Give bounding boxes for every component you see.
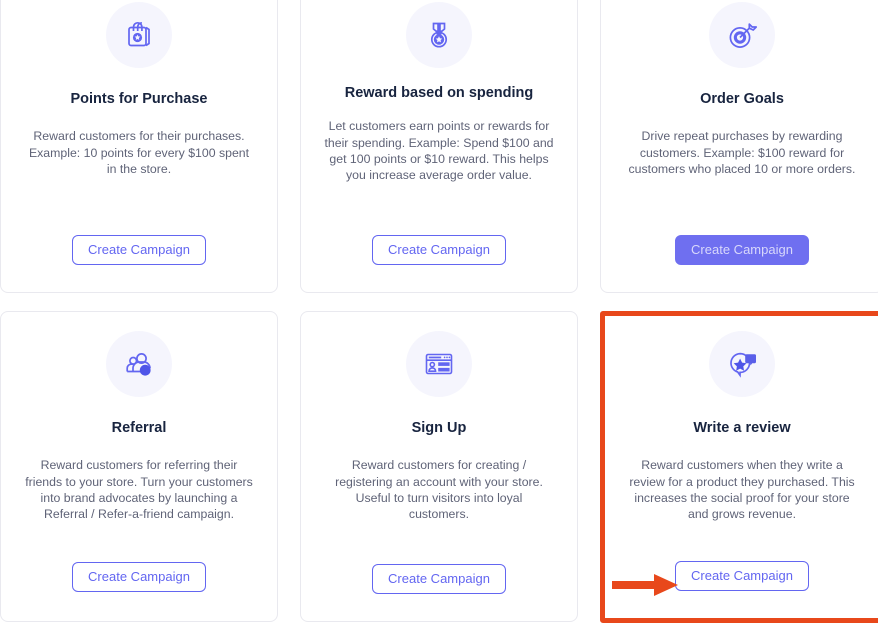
card-action-row: Create Campaign (15, 562, 263, 592)
card-description: Let customers earn points or rewards for… (324, 119, 554, 183)
card-description: Reward customers for creating / register… (335, 458, 543, 522)
card-action-row: Create Campaign (315, 564, 563, 594)
card-description: Reward customers for their purchases. Ex… (28, 129, 250, 177)
card-title: Order Goals (700, 91, 784, 107)
create-campaign-button[interactable]: Create Campaign (372, 235, 506, 265)
campaign-card-points-for-purchase[interactable]: Points for Purchase Reward customers for… (0, 0, 278, 293)
campaign-card-write-a-review[interactable]: Write a review Reward customers when the… (600, 311, 878, 623)
shopping-bag-star-icon (106, 2, 172, 68)
medal-star-icon (406, 2, 472, 68)
card-title: Write a review (693, 420, 791, 436)
card-title: Sign Up (411, 420, 467, 436)
card-action-row: Create Campaign (315, 235, 563, 265)
card-title: Referral (111, 420, 167, 436)
card-description: Drive repeat purchases by rewarding cust… (628, 129, 856, 177)
card-title: Points for Purchase (70, 91, 208, 107)
create-campaign-button[interactable]: Create Campaign (372, 564, 506, 594)
card-description: Reward customers for referring their fri… (25, 458, 253, 522)
campaign-card-grid: Points for Purchase Reward customers for… (0, 0, 878, 623)
review-bubble-star-icon (709, 331, 775, 397)
campaign-card-reward-based-on-spending[interactable]: Reward based on spending Let customers e… (300, 0, 578, 293)
card-description: Reward customers when they write a revie… (629, 458, 855, 522)
create-campaign-button[interactable]: Create Campaign (675, 561, 809, 591)
create-campaign-button[interactable]: Create Campaign (675, 235, 809, 265)
card-action-row: Create Campaign (619, 561, 865, 591)
browser-signup-form-icon (406, 331, 472, 397)
users-referral-icon (106, 331, 172, 397)
card-action-row: Create Campaign (15, 235, 263, 265)
campaign-card-order-goals[interactable]: Order Goals Drive repeat purchases by re… (600, 0, 878, 293)
campaign-type-picker: Points for Purchase Reward customers for… (0, 0, 878, 623)
campaign-card-referral[interactable]: Referral Reward customers for referring … (0, 311, 278, 622)
create-campaign-button[interactable]: Create Campaign (72, 562, 206, 592)
card-action-row: Create Campaign (615, 235, 869, 265)
target-dart-icon (709, 2, 775, 68)
campaign-card-sign-up[interactable]: Sign Up Reward customers for creating / … (300, 311, 578, 622)
card-title: Reward based on spending (344, 85, 534, 101)
create-campaign-button[interactable]: Create Campaign (72, 235, 206, 265)
